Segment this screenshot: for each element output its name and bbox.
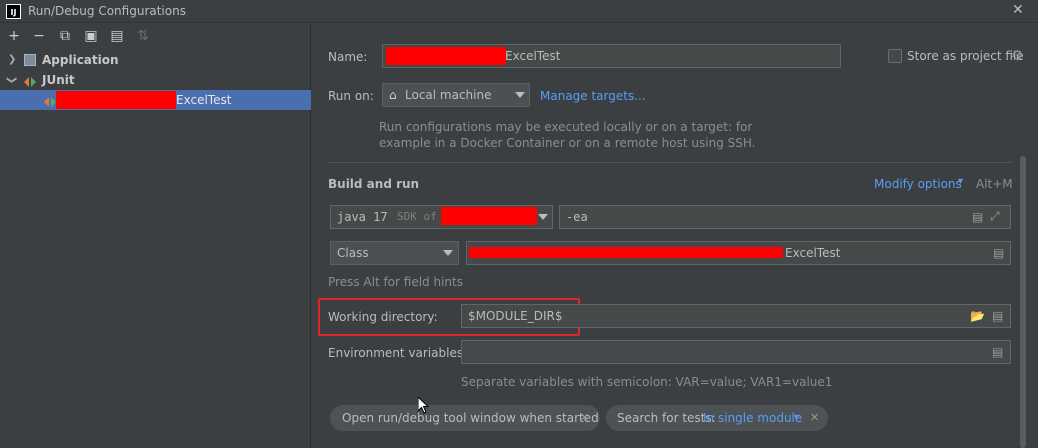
- chevron-down-icon: ▾: [794, 412, 800, 423]
- working-directory-input[interactable]: $MODULE_DIR$ 📂 ▤: [461, 304, 1011, 328]
- mouse-cursor-icon: [418, 397, 430, 414]
- alt-field-hints: Press Alt for field hints: [328, 275, 463, 289]
- sdk-version: java 17: [337, 210, 388, 224]
- folder-open-icon[interactable]: 📂: [970, 309, 985, 323]
- chevron-down-icon: [515, 92, 525, 98]
- jre-dropdown[interactable]: java 17 SDK of: [330, 205, 553, 229]
- name-label: Name:: [328, 50, 368, 64]
- modify-options-link[interactable]: Modify options: [874, 177, 962, 191]
- build-and-run-title: Build and run: [328, 177, 420, 191]
- class-value: ExcelTest: [785, 246, 841, 260]
- manage-targets-link[interactable]: Manage targets...: [540, 89, 646, 103]
- expand-field-icon[interactable]: ▤: [992, 309, 1003, 323]
- open-tool-window-label: Open run/debug tool window when started: [342, 411, 599, 425]
- tree-item-label: JUnit: [42, 73, 75, 87]
- close-icon[interactable]: ✕: [1012, 2, 1024, 18]
- open-tool-window-chip[interactable]: Open run/debug tool window when started …: [330, 405, 600, 431]
- chevron-right-icon[interactable]: ❯: [8, 50, 16, 70]
- tree-item-application[interactable]: ❯ Application: [0, 50, 311, 70]
- vm-options-value: -ea: [566, 210, 588, 224]
- chevron-down-icon[interactable]: ❯: [1, 76, 21, 84]
- folder-icon[interactable]: ▤: [109, 28, 125, 44]
- redacted-region: [56, 91, 176, 109]
- chevron-down-icon: ▾: [958, 176, 964, 187]
- close-icon[interactable]: ✕: [580, 405, 589, 431]
- name-input[interactable]: ExcelTest: [382, 44, 841, 68]
- store-as-project-file-label: Store as project file: [907, 49, 1024, 63]
- configurations-toolbar: + − ⧉ ▣ ▤ ⇅: [0, 24, 311, 50]
- environment-variables-input[interactable]: ▤: [461, 340, 1011, 364]
- test-kind-dropdown[interactable]: Class: [330, 241, 459, 265]
- environment-variables-hint: Separate variables with semicolon: VAR=v…: [461, 375, 833, 389]
- sort-icon[interactable]: ⇅: [135, 28, 151, 44]
- separator: [328, 162, 1012, 163]
- working-directory-value: $MODULE_DIR$: [468, 309, 563, 323]
- remove-icon[interactable]: −: [31, 28, 47, 44]
- tree-item-label: Application: [42, 53, 119, 67]
- junit-test-icon: [44, 94, 56, 107]
- junit-icon: [24, 74, 36, 87]
- tree-item-junit[interactable]: ❯ JUnit: [0, 70, 311, 90]
- expand-field-icon[interactable]: ▤: [972, 210, 983, 224]
- add-icon[interactable]: +: [6, 28, 22, 44]
- redacted-region: [469, 247, 783, 258]
- copy-icon[interactable]: ⧉: [57, 28, 73, 44]
- sdk-of-label: SDK of: [397, 210, 437, 223]
- test-kind-value: Class: [337, 246, 369, 260]
- environment-variables-label: Environment variables:: [328, 346, 468, 360]
- application-icon: [24, 54, 36, 66]
- redacted-region: [386, 47, 506, 65]
- name-value: ExcelTest: [505, 49, 561, 63]
- run-on-dropdown[interactable]: ⌂ Local machine: [382, 83, 530, 107]
- title-bar: IJ Run/Debug Configurations ✕: [0, 0, 1038, 23]
- window-title: Run/Debug Configurations: [28, 4, 186, 18]
- configurations-panel: + − ⧉ ▣ ▤ ⇅ ❯ Application ❯ JUnit ExcelT…: [0, 24, 311, 448]
- gear-icon[interactable]: ⚙: [1011, 48, 1024, 64]
- run-on-hint-line-2: example in a Docker Container or on a re…: [379, 136, 756, 150]
- run-on-value: Local machine: [405, 88, 492, 102]
- configuration-form: Name: ExcelTest Store as project file ⚙ …: [312, 24, 1038, 448]
- chevron-down-icon: [443, 250, 453, 256]
- search-for-tests-value[interactable]: In single module: [703, 405, 802, 431]
- intellij-app-icon: IJ: [6, 4, 21, 19]
- store-as-project-file-checkbox[interactable]: [888, 49, 902, 63]
- maximize-icon[interactable]: ⤢: [990, 209, 1000, 224]
- working-directory-label: Working directory:: [328, 310, 438, 324]
- vm-options-input[interactable]: -ea ▤ ⤢: [559, 205, 1011, 229]
- search-for-tests-label: Search for tests:: [617, 411, 716, 425]
- expand-field-icon[interactable]: ▤: [993, 246, 1004, 260]
- class-input[interactable]: ExcelTest ▤: [466, 241, 1011, 265]
- expand-field-icon[interactable]: ▤: [992, 345, 1003, 359]
- run-on-label: Run on:: [328, 89, 374, 103]
- tree-item-exceltest[interactable]: ExcelTest: [0, 90, 311, 110]
- home-icon: ⌂: [389, 88, 397, 102]
- chevron-down-icon: [538, 214, 548, 220]
- scrollbar[interactable]: [1020, 156, 1026, 448]
- search-for-tests-chip[interactable]: Search for tests: In single module ▾ ✕: [606, 405, 828, 431]
- run-on-hint-line-1: Run configurations may be executed local…: [379, 120, 753, 134]
- tree-item-label: ExcelTest: [176, 93, 232, 107]
- redacted-region: [441, 207, 537, 225]
- modify-options-shortcut: Alt+M: [976, 177, 1013, 191]
- save-icon[interactable]: ▣: [83, 28, 99, 44]
- close-icon[interactable]: ✕: [810, 405, 819, 431]
